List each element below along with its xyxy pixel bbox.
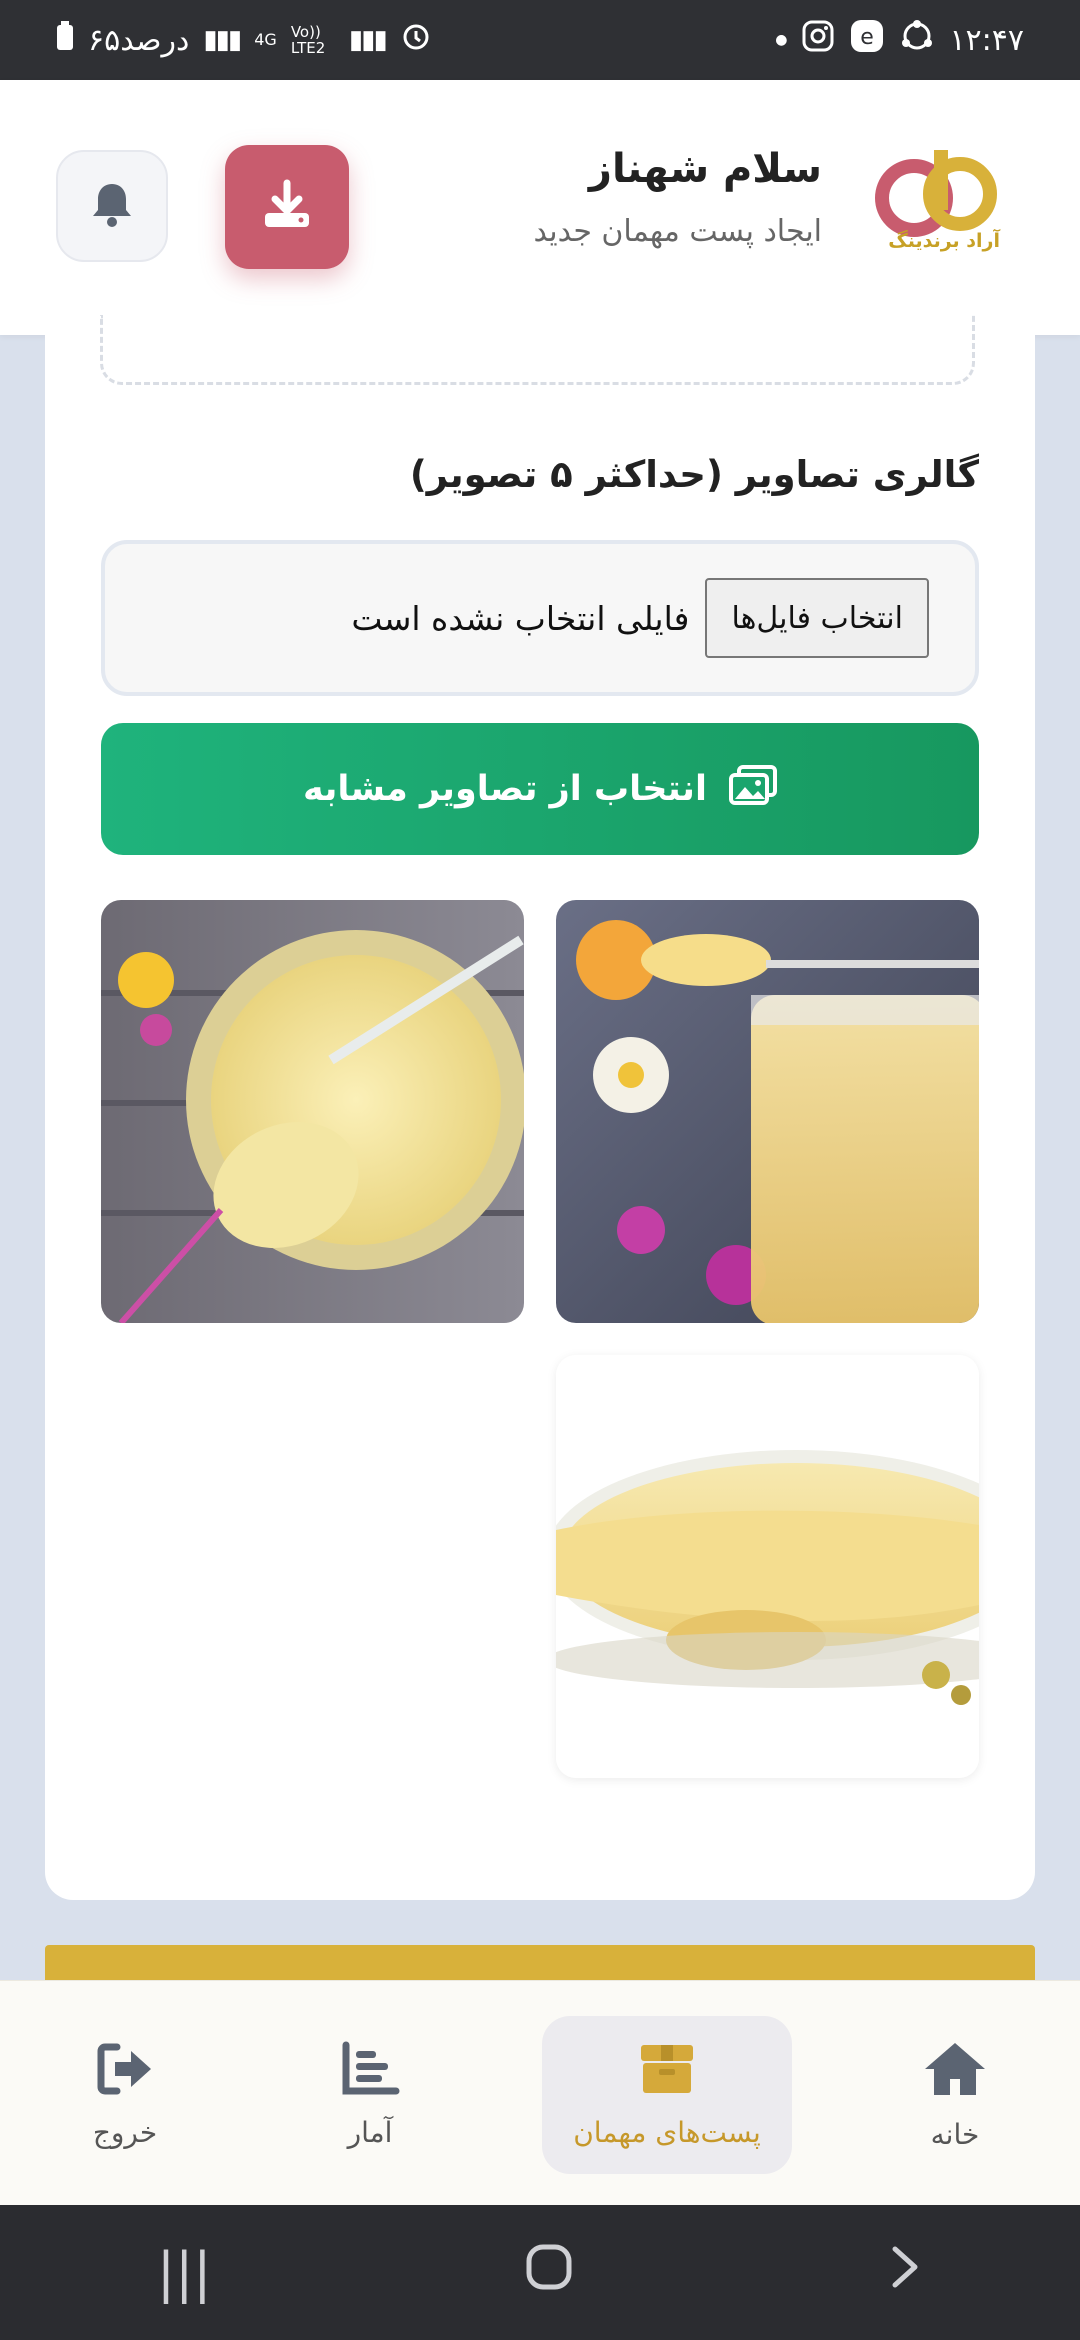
nav-home-label: خانه xyxy=(930,2118,980,2151)
bell-icon xyxy=(90,180,134,232)
box-icon xyxy=(637,2041,697,2104)
stats-icon xyxy=(340,2041,400,2104)
status-left: ۶۵درصد ▮▮▮ 4G Vo)) LTE2 ▮▮▮ xyxy=(56,20,432,60)
gold-divider xyxy=(45,1945,1035,1985)
system-navigation-bar: ||| xyxy=(0,2205,1080,2340)
nav-logout-label: خروج xyxy=(92,2116,158,2149)
bottom-navigation: خانه پست‌های مهمان آمار خروج xyxy=(0,1980,1080,2205)
back-icon[interactable] xyxy=(887,2241,923,2304)
status-right: ● e ۱۲:۴۷ xyxy=(775,18,1024,62)
alarm-icon xyxy=(400,20,432,60)
signal-icon-2: ▮▮▮ xyxy=(348,25,388,55)
brand-logo xyxy=(872,150,1002,270)
svg-text:e: e xyxy=(861,25,875,50)
nav-guest-posts[interactable]: پست‌های مهمان xyxy=(542,2016,792,2174)
logout-icon xyxy=(95,2041,155,2104)
gallery-image[interactable] xyxy=(556,1355,979,1778)
nav-home[interactable]: خانه xyxy=(870,2016,1040,2174)
greeting-title: سلام شهناز xyxy=(588,146,822,192)
time: ۱۲:۴۷ xyxy=(949,22,1024,58)
gallery-title: گالری تصاویر (حداکثر ۵ تصویر) xyxy=(409,453,979,496)
battery-icon xyxy=(56,21,74,59)
nav-stats[interactable]: آمار xyxy=(285,2016,455,2174)
nav-guest-posts-label: پست‌های مهمان xyxy=(573,2116,761,2149)
download-icon xyxy=(259,177,315,237)
app-icon-e: e xyxy=(849,18,885,62)
download-button[interactable] xyxy=(225,145,349,269)
recent-apps-icon[interactable]: ||| xyxy=(157,2241,212,2304)
similar-images-label: انتخاب از تصاویر مشابه xyxy=(303,769,707,809)
greeting-block: سلام شهناز ایجاد پست مهمان جدید xyxy=(533,146,822,249)
upload-dropzone-edge xyxy=(100,315,975,385)
instagram-icon xyxy=(801,19,835,61)
logo-caption: آراد برندینگ xyxy=(888,230,1000,252)
notifications-button[interactable] xyxy=(56,150,168,262)
network-4g: 4G xyxy=(254,30,277,49)
network-volte: Vo)) LTE2 xyxy=(290,23,326,57)
page-subtitle: ایجاد پست مهمان جدید xyxy=(533,214,822,249)
content-card: گالری تصاویر (حداکثر ۵ تصویر) انتخاب فای… xyxy=(45,315,1035,1900)
nav-logout[interactable]: خروج xyxy=(40,2016,210,2174)
file-input[interactable]: انتخاب فایل‌ها فایلی انتخاب نشده است xyxy=(101,540,979,696)
signal-icon: ▮▮▮ xyxy=(203,25,242,55)
gallery-image[interactable] xyxy=(556,900,979,1323)
sync-icon xyxy=(899,18,935,62)
choose-files-button[interactable]: انتخاب فایل‌ها xyxy=(705,578,929,658)
nav-stats-label: آمار xyxy=(347,2116,393,2149)
notification-dot-icon: ● xyxy=(775,32,788,48)
images-icon xyxy=(728,764,777,814)
file-status-text: فایلی انتخاب نشده است xyxy=(351,598,690,638)
gallery-image[interactable] xyxy=(101,900,524,1323)
status-bar: ۶۵درصد ▮▮▮ 4G Vo)) LTE2 ▮▮▮ ● e ۱۲:۴۷ xyxy=(0,0,1080,80)
similar-images-button[interactable]: انتخاب از تصاویر مشابه xyxy=(101,723,979,855)
battery-text: ۶۵درصد xyxy=(88,22,190,58)
home-icon xyxy=(922,2039,988,2106)
home-circle-icon[interactable] xyxy=(525,2241,573,2304)
